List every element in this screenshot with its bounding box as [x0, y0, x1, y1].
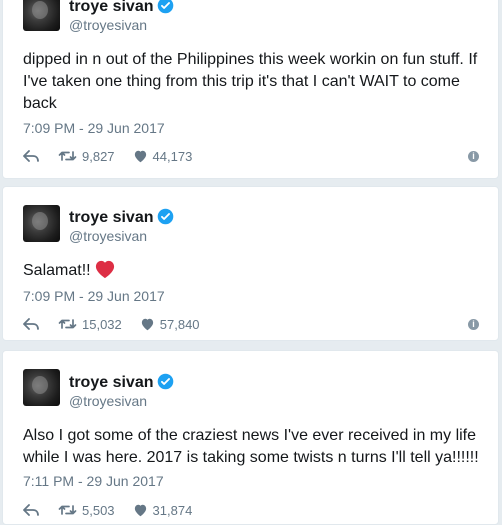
heart-icon — [141, 318, 153, 331]
like-button[interactable]: 44,173 — [133, 148, 193, 164]
reply-icon — [23, 318, 39, 330]
reply-button[interactable] — [23, 503, 40, 517]
like-button[interactable]: 57,840 — [140, 317, 200, 332]
like-count: 57,840 — [159, 316, 200, 332]
avatar[interactable] — [23, 205, 60, 242]
verified-badge-icon — [158, 373, 174, 390]
timestamp[interactable]: 7:09 PM - 29 Jun 2017 — [23, 120, 165, 137]
avatar[interactable] — [23, 369, 60, 406]
tweet-card[interactable]: troye sivan @troyesivan Salamat!! 7:09 P… — [2, 186, 499, 341]
retweet-icon — [58, 319, 77, 329]
retweet-button[interactable]: 9,827 — [58, 149, 115, 164]
timestamp[interactable]: 7:09 PM - 29 Jun 2017 — [23, 288, 165, 305]
display-name[interactable]: troye sivan — [69, 208, 174, 227]
tweet-text: Salamat!! — [23, 259, 488, 282]
timestamp[interactable]: 7:11 PM - 29 Jun 2017 — [23, 473, 164, 490]
reply-icon — [23, 504, 39, 516]
display-name[interactable]: troye sivan — [69, 0, 174, 16]
retweet-icon — [58, 151, 77, 161]
like-button[interactable]: 31,874 — [133, 502, 193, 518]
reply-button[interactable] — [23, 149, 40, 163]
verified-badge-icon — [158, 0, 174, 14]
handle[interactable]: @troyesivan — [69, 17, 147, 34]
info-icon[interactable]: i — [468, 151, 479, 162]
info-icon[interactable]: i — [468, 319, 479, 330]
retweet-count: 5,503 — [82, 502, 115, 518]
reply-button[interactable] — [23, 317, 40, 331]
retweet-count: 9,827 — [82, 148, 115, 164]
red-heart-emoji — [95, 260, 114, 279]
like-count: 44,173 — [152, 148, 193, 164]
heart-icon — [134, 150, 146, 163]
avatar[interactable] — [23, 0, 60, 31]
retweet-button[interactable]: 15,032 — [58, 317, 122, 332]
tweet-actions: 9,827 44,173 — [23, 147, 210, 165]
heart-icon — [134, 504, 146, 517]
handle[interactable]: @troyesivan — [69, 228, 147, 245]
tweet-actions: 15,032 57,840 — [23, 315, 218, 333]
retweet-icon — [58, 505, 77, 515]
display-name[interactable]: troye sivan — [69, 373, 174, 392]
tweet-actions: 5,503 31,874 — [23, 501, 210, 519]
tweet-text: Also I got some of the craziest news I'v… — [23, 427, 479, 466]
verified-badge-icon — [158, 208, 174, 225]
like-count: 31,874 — [152, 502, 193, 518]
retweet-count: 15,032 — [82, 316, 122, 332]
retweet-button[interactable]: 5,503 — [58, 503, 115, 518]
tweet-card[interactable]: troye sivan @troyesivan dipped in n out … — [2, 0, 499, 179]
tweet-text: dipped in n out of the Philippines this … — [23, 51, 478, 112]
handle[interactable]: @troyesivan — [69, 393, 147, 410]
tweet-card[interactable]: troye sivan @troyesivan Also I got some … — [2, 350, 499, 525]
reply-icon — [23, 150, 39, 162]
